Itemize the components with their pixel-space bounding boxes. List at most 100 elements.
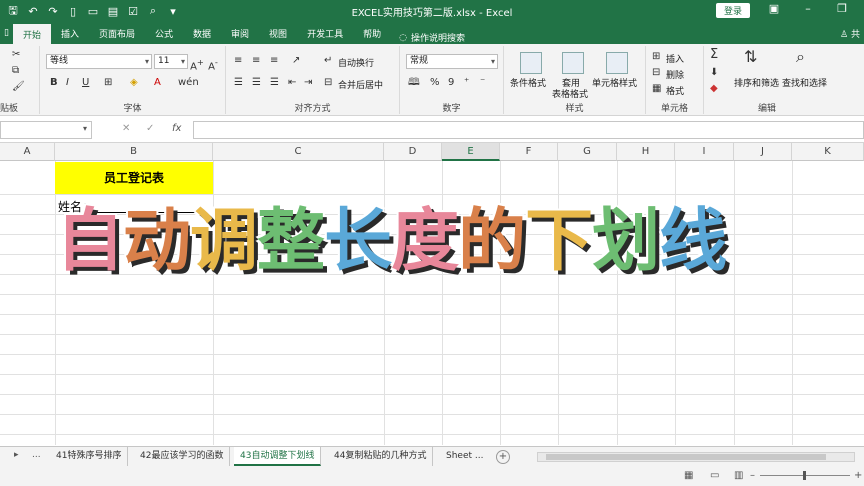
align-right-icon[interactable]: ☰ <box>270 76 279 90</box>
column-header-h[interactable]: H <box>617 143 675 161</box>
decrease-decimal-icon[interactable]: ⁻ <box>480 76 485 90</box>
column-header-f[interactable]: F <box>500 143 558 161</box>
sort-filter-icon[interactable]: ⇅ <box>744 49 757 65</box>
align-left-icon[interactable]: ☰ <box>234 76 243 90</box>
fill-color-icon[interactable]: ◈ <box>130 76 138 90</box>
find-select-button[interactable]: 查找和选择 <box>782 76 827 89</box>
tab-formulas[interactable]: 公式 <box>145 22 183 44</box>
cell-style-button[interactable]: 单元格样式 <box>592 76 637 89</box>
insert-function-icon[interactable]: fx <box>172 123 181 134</box>
print-preview-icon[interactable]: ⌕ <box>146 4 160 18</box>
align-center-icon[interactable]: ☰ <box>252 76 261 90</box>
save-icon[interactable]: 🖫 <box>6 2 20 21</box>
name-box[interactable]: ▾ <box>0 121 92 139</box>
minimize-icon[interactable]: – <box>800 2 816 15</box>
font-size-combo[interactable]: 11 ▾ <box>154 54 188 69</box>
border-icon[interactable]: ⊞ <box>104 76 112 90</box>
customize-qat-icon[interactable]: ▾ <box>166 5 180 18</box>
find-select-icon[interactable]: ⌕ <box>796 49 805 65</box>
align-bottom-icon[interactable]: ≡ <box>270 54 278 68</box>
tab-home[interactable]: 开始 <box>12 24 51 44</box>
tab-file-icon[interactable]: ▯ <box>0 22 13 44</box>
sort-filter-button[interactable]: 排序和筛选 <box>734 76 779 89</box>
orientation-icon[interactable]: ↗ <box>292 54 300 68</box>
ribbon-display-icon[interactable]: ▣ <box>766 2 782 15</box>
tab-review[interactable]: 审阅 <box>221 22 259 44</box>
align-middle-icon[interactable]: ≡ <box>252 54 260 68</box>
italic-button[interactable]: I <box>66 76 69 90</box>
formula-input[interactable] <box>193 121 864 139</box>
cut-icon[interactable]: ✂ <box>12 48 20 62</box>
add-sheet-button[interactable]: + <box>496 450 510 464</box>
login-button[interactable]: 登录 <box>716 3 750 18</box>
increase-decimal-icon[interactable]: ⁺ <box>464 76 469 90</box>
zoom-out-icon[interactable]: – <box>750 470 755 481</box>
share-button[interactable]: ♙ 共 <box>840 27 860 40</box>
undo-icon[interactable]: ↶ <box>26 5 40 18</box>
tab-page-layout[interactable]: 页面布局 <box>89 22 145 44</box>
tab-help[interactable]: 帮助 <box>353 22 391 44</box>
cancel-icon[interactable]: ✕ <box>122 123 130 134</box>
increase-indent-icon[interactable]: ⇥ <box>304 76 312 90</box>
checkbox-icon[interactable]: ☑ <box>126 5 140 18</box>
font-name-combo[interactable]: 等线 ▾ <box>46 54 152 69</box>
zoom-slider-thumb[interactable] <box>803 471 806 480</box>
tab-view[interactable]: 视图 <box>259 22 297 44</box>
wrap-text-button[interactable]: 自动换行 <box>338 56 374 69</box>
conditional-format-icon[interactable] <box>520 52 542 74</box>
format-painter-icon[interactable]: 🖌 <box>12 80 25 94</box>
cell-style-icon[interactable] <box>606 52 628 74</box>
zoom-in-icon[interactable]: + <box>854 470 862 481</box>
grow-font-icon[interactable]: A+ <box>190 55 204 74</box>
sheet-tab-44[interactable]: 44复制粘贴的几种方式 <box>328 447 434 466</box>
bold-button[interactable]: B <box>50 76 58 90</box>
worksheet-grid[interactable]: A B C D E F G H I J K 员工登记表 姓名： <box>0 143 864 445</box>
cell-b1-title[interactable]: 员工登记表 <box>55 162 213 194</box>
autosum-button[interactable]: Σ <box>710 48 718 62</box>
scrollbar-thumb[interactable] <box>546 454 826 460</box>
open-file-icon[interactable]: ▭ <box>86 5 100 18</box>
conditional-format-button[interactable]: 条件格式 <box>510 76 546 89</box>
sheet-tab-41[interactable]: 41特殊序号排序 <box>50 447 129 466</box>
page-break-view-icon[interactable]: ▥ <box>734 470 743 481</box>
table-format-icon[interactable] <box>562 52 584 74</box>
insert-cells-button[interactable]: 插入 <box>666 52 684 65</box>
column-header-b[interactable]: B <box>55 143 213 161</box>
clear-icon[interactable]: ◆ <box>710 82 718 96</box>
tell-me-box[interactable]: ◌ 操作说明搜索 <box>391 31 465 45</box>
delete-cells-icon[interactable]: ⊟ <box>652 66 660 80</box>
table-format-label-2[interactable]: 表格格式 <box>552 87 588 100</box>
new-file-icon[interactable]: ▯ <box>66 5 80 18</box>
column-header-c[interactable]: C <box>213 143 384 161</box>
column-header-k[interactable]: K <box>792 143 864 161</box>
redo-icon[interactable]: ↷ <box>46 5 60 18</box>
normal-view-icon[interactable]: ▦ <box>684 470 693 481</box>
tab-insert[interactable]: 插入 <box>51 22 89 44</box>
column-header-j[interactable]: J <box>734 143 792 161</box>
column-header-a[interactable]: A <box>0 143 55 161</box>
page-layout-view-icon[interactable]: ▭ <box>710 470 719 481</box>
tab-data[interactable]: 数据 <box>183 22 221 44</box>
delete-cells-button[interactable]: 删除 <box>666 68 684 81</box>
restore-icon[interactable]: ❐ <box>834 2 850 15</box>
format-cells-icon[interactable]: ▦ <box>652 82 661 96</box>
merge-center-button[interactable]: 合并后居中 <box>338 78 383 91</box>
confirm-icon[interactable]: ✓ <box>146 123 154 134</box>
currency-icon[interactable]: 🕮 <box>408 76 420 90</box>
sheet-tab-42[interactable]: 42最应该学习的函数 <box>134 447 231 466</box>
column-header-d[interactable]: D <box>384 143 442 161</box>
percent-button[interactable]: % <box>430 76 440 90</box>
comma-style-button[interactable]: 9 <box>448 76 454 90</box>
wrap-text-icon[interactable]: ↵ <box>324 54 332 68</box>
tab-developer[interactable]: 开发工具 <box>297 22 353 44</box>
sheet-tab-more[interactable]: Sheet ... <box>440 447 489 466</box>
shrink-font-icon[interactable]: A- <box>206 55 220 74</box>
horizontal-scrollbar[interactable] <box>537 452 855 462</box>
fill-icon[interactable]: ⬇ <box>710 66 718 80</box>
column-header-g[interactable]: G <box>558 143 617 161</box>
sheet-next-icon[interactable]: ▸ <box>14 450 19 460</box>
copy-icon[interactable]: ⧉ <box>12 64 19 78</box>
underline-button[interactable]: U <box>82 76 89 90</box>
merge-center-icon[interactable]: ⊟ <box>324 76 332 90</box>
sheet-more-button[interactable]: ... <box>32 450 41 460</box>
